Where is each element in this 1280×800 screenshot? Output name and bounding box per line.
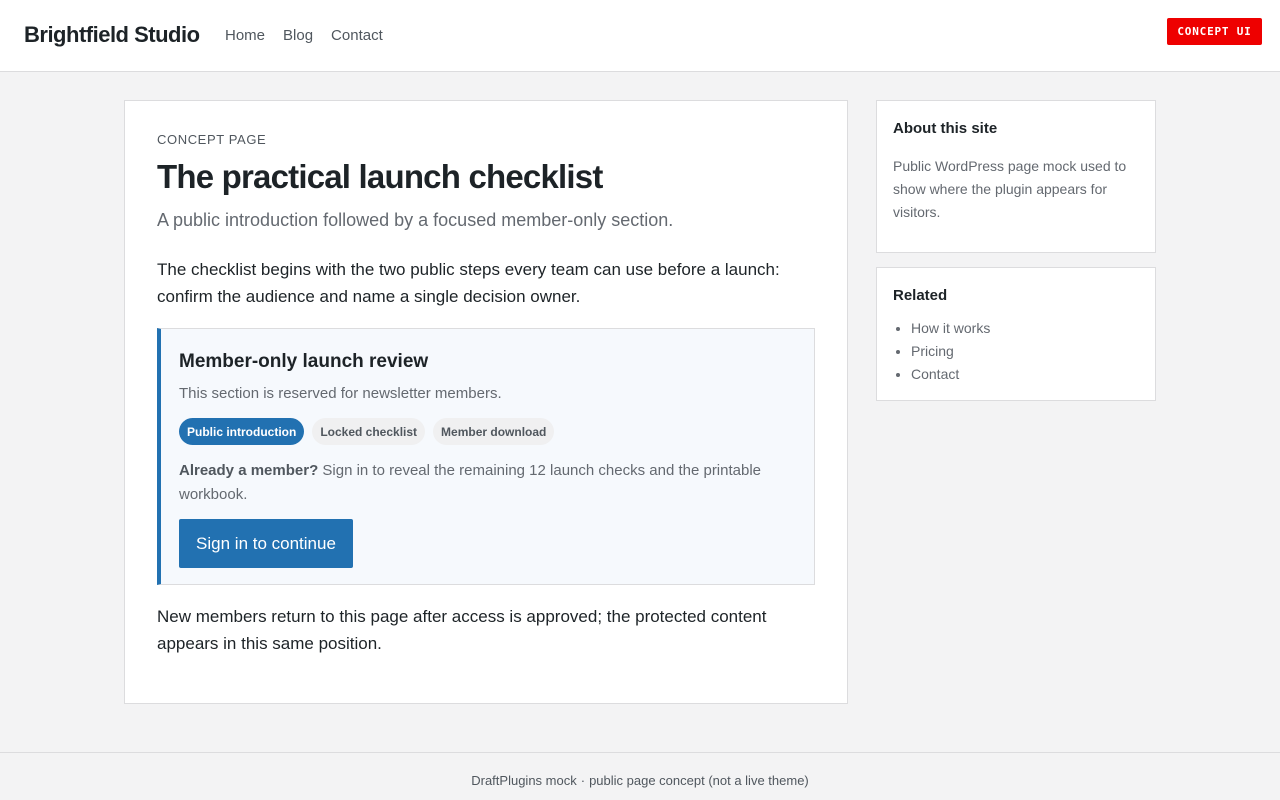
footer-brand: DraftPlugins mock — [471, 773, 577, 788]
nav-home-link[interactable]: Home — [225, 26, 265, 46]
intro-paragraph: The checklist begins with the two public… — [157, 260, 780, 306]
pill-locked-checklist[interactable]: Locked checklist — [312, 418, 426, 445]
page-title: The practical launch checklist — [157, 158, 603, 195]
concept-ui-badge: CONCEPT UI — [1167, 18, 1262, 45]
page-subtitle: A public introduction followed by a focu… — [157, 210, 674, 230]
member-note-lead: Already a member? — [179, 462, 319, 479]
main-nav: Home Blog Contact — [225, 26, 383, 46]
sign-in-button[interactable]: Sign in to continue — [179, 519, 353, 568]
member-signin-note: Already a member? Sign in to reveal the … — [179, 459, 799, 507]
about-widget-title: About this site — [893, 120, 998, 137]
pill-member-download[interactable]: Member download — [433, 418, 555, 445]
nav-blog-link[interactable]: Blog — [283, 26, 313, 46]
footer-note: public page concept (not a live theme) — [589, 773, 809, 788]
about-widget: About this site Public WordPress page mo… — [876, 100, 1156, 253]
related-list: How it works Pricing Contact — [911, 317, 990, 386]
section-steps: Public introduction Locked checklist Mem… — [179, 418, 555, 445]
site-footer: DraftPlugins mock · public page concept … — [0, 752, 1280, 800]
site-header: Brightfield Studio Home Blog Contact CON… — [0, 0, 1280, 72]
pill-public-introduction[interactable]: Public introduction — [179, 418, 305, 445]
site-brand[interactable]: Brightfield Studio — [24, 22, 200, 48]
member-section-description: This section is reserved for newsletter … — [179, 385, 502, 402]
page-eyebrow: CONCEPT PAGE — [157, 132, 267, 147]
related-widget-title: Related — [893, 287, 948, 304]
footer-separator: · — [580, 773, 586, 788]
related-link-pricing[interactable]: Pricing — [911, 340, 990, 363]
member-section-title: Member-only launch review — [179, 351, 429, 372]
related-link-contact[interactable]: Contact — [911, 363, 990, 386]
outro-paragraph: New members return to this page after ac… — [157, 607, 767, 653]
about-widget-text: Public WordPress page mock used to show … — [893, 158, 1127, 220]
nav-contact-link[interactable]: Contact — [331, 26, 383, 46]
related-widget: Related How it works Pricing Contact — [876, 267, 1156, 401]
article-card: CONCEPT PAGE The practical launch checkl… — [124, 100, 848, 704]
member-only-section: Member-only launch review This section i… — [157, 328, 815, 585]
related-link-how-it-works[interactable]: How it works — [911, 317, 990, 340]
